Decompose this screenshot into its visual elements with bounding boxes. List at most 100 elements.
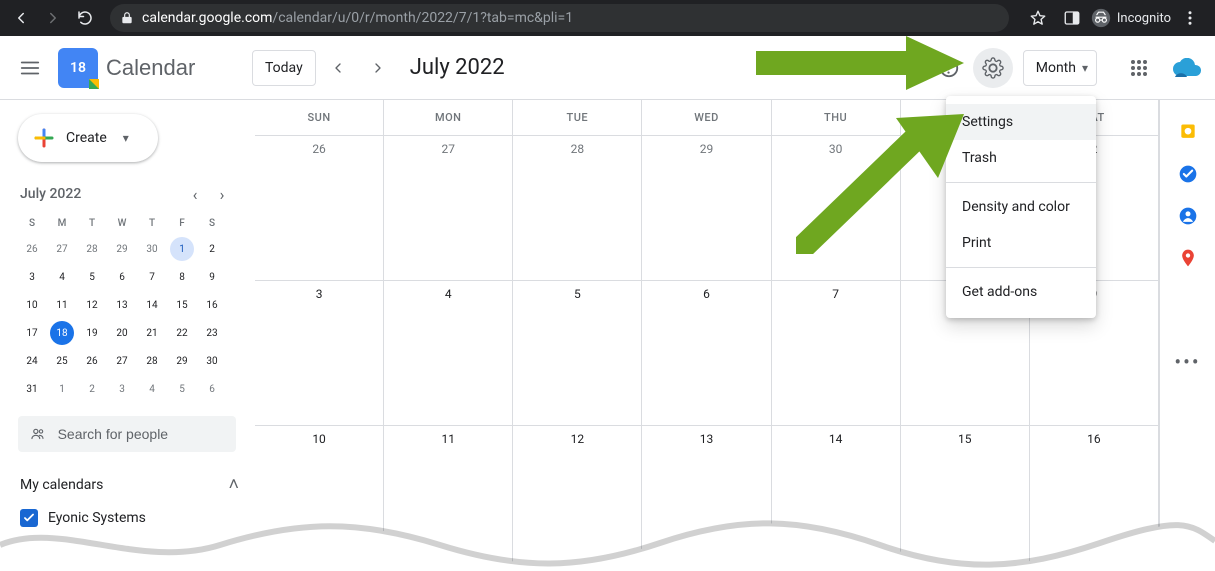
calendar-checkbox[interactable]	[20, 509, 38, 527]
mini-day-cell[interactable]: 4	[140, 377, 164, 401]
apps-grid-icon	[1130, 59, 1148, 77]
mini-day-cell[interactable]: 27	[50, 237, 74, 261]
account-avatar[interactable]	[1171, 52, 1203, 84]
app-logo-block[interactable]: 18 Calendar	[58, 48, 248, 88]
settings-menu-item[interactable]: Print	[946, 225, 1096, 261]
grid-day-cell[interactable]: 15	[901, 426, 1030, 571]
main-menu-button[interactable]	[6, 44, 54, 92]
grid-day-cell[interactable]: 30	[772, 136, 901, 281]
today-button[interactable]: Today	[252, 50, 316, 86]
search-people-field[interactable]	[18, 416, 236, 452]
mini-day-cell[interactable]: 12	[80, 293, 104, 317]
grid-day-cell[interactable]: 4	[384, 281, 513, 426]
bookmark-star-button[interactable]	[1023, 3, 1053, 33]
grid-day-cell[interactable]: 14	[772, 426, 901, 571]
mini-next-month-button[interactable]: ›	[210, 182, 234, 206]
grid-day-cell[interactable]: 13	[642, 426, 771, 571]
mini-day-cell[interactable]: 1	[170, 237, 194, 261]
mini-day-cell[interactable]: 26	[20, 237, 44, 261]
search-button[interactable]	[885, 48, 925, 88]
mini-day-cell[interactable]: 21	[140, 321, 164, 345]
mini-day-cell[interactable]: 9	[200, 265, 224, 289]
mini-day-cell[interactable]: 24	[20, 349, 44, 373]
my-calendars-toggle[interactable]: My calendars ˄	[18, 474, 245, 495]
create-button[interactable]: Create ▾	[18, 114, 158, 162]
view-switcher[interactable]: Month ▾	[1023, 50, 1097, 86]
side-panel-more-button[interactable]: •••	[1174, 350, 1200, 374]
mini-day-cell[interactable]: 28	[80, 237, 104, 261]
incognito-indicator[interactable]: Incognito	[1091, 8, 1171, 28]
mini-day-cell[interactable]: 11	[50, 293, 74, 317]
grid-day-cell[interactable]: 6	[642, 281, 771, 426]
grid-day-cell[interactable]: 26	[255, 136, 384, 281]
mini-day-cell[interactable]: 13	[110, 293, 134, 317]
next-period-button[interactable]	[360, 50, 396, 86]
mini-day-cell[interactable]: 3	[20, 265, 44, 289]
mini-prev-month-button[interactable]: ‹	[183, 182, 207, 206]
mini-day-cell[interactable]: 2	[200, 237, 224, 261]
settings-menu-item[interactable]: Get add-ons	[946, 274, 1096, 310]
search-people-input[interactable]	[56, 425, 224, 443]
prev-period-button[interactable]	[320, 50, 356, 86]
grid-day-cell[interactable]: 16	[1030, 426, 1159, 571]
contacts-icon[interactable]	[1178, 206, 1198, 226]
mini-day-cell[interactable]: 2	[80, 377, 104, 401]
mini-day-cell[interactable]: 14	[140, 293, 164, 317]
mini-day-cell[interactable]: 20	[110, 321, 134, 345]
mini-day-cell[interactable]: 19	[80, 321, 104, 345]
mini-day-cell[interactable]: 31	[20, 377, 44, 401]
mini-day-cell[interactable]: 27	[110, 349, 134, 373]
mini-day-cell[interactable]: 16	[200, 293, 224, 317]
mini-day-cell[interactable]: 18	[50, 321, 74, 345]
mini-day-cell[interactable]: 6	[110, 265, 134, 289]
google-apps-button[interactable]	[1119, 48, 1159, 88]
grid-day-cell[interactable]: 7	[772, 281, 901, 426]
grid-day-cell[interactable]: 12	[513, 426, 642, 571]
side-panel-button[interactable]	[1057, 3, 1087, 33]
calendar-list-item[interactable]: Eyonic Systems	[18, 509, 245, 527]
grid-day-cell[interactable]: 10	[255, 426, 384, 571]
browser-address-bar[interactable]: calendar.google.com/calendar/u/0/r/month…	[110, 4, 1009, 32]
mini-day-cell[interactable]: 25	[50, 349, 74, 373]
mini-day-cell[interactable]: 23	[200, 321, 224, 345]
mini-day-cell[interactable]: 28	[140, 349, 164, 373]
mini-day-cell[interactable]: 30	[140, 237, 164, 261]
mini-day-cell[interactable]: 1	[50, 377, 74, 401]
grid-day-number: 29	[642, 142, 770, 156]
browser-back-button[interactable]	[6, 3, 36, 33]
keep-icon[interactable]	[1178, 122, 1198, 142]
settings-menu-item[interactable]: Density and color	[946, 189, 1096, 225]
settings-menu-item[interactable]: Settings	[946, 104, 1096, 140]
tasks-icon[interactable]	[1178, 164, 1198, 184]
mini-dow-label: S	[29, 218, 35, 229]
grid-day-cell[interactable]: 27	[384, 136, 513, 281]
settings-button[interactable]	[973, 48, 1013, 88]
grid-day-cell[interactable]: 5	[513, 281, 642, 426]
mini-day-cell[interactable]: 26	[80, 349, 104, 373]
create-button-label: Create	[66, 130, 107, 146]
maps-icon[interactable]	[1178, 248, 1198, 268]
mini-day-cell[interactable]: 10	[20, 293, 44, 317]
mini-day-cell[interactable]: 6	[200, 377, 224, 401]
mini-day-cell[interactable]: 30	[200, 349, 224, 373]
grid-day-cell[interactable]: 3	[255, 281, 384, 426]
browser-menu-button[interactable]	[1175, 3, 1205, 33]
mini-day-cell[interactable]: 4	[50, 265, 74, 289]
mini-day-cell[interactable]: 7	[140, 265, 164, 289]
help-button[interactable]	[929, 48, 969, 88]
grid-day-cell[interactable]: 28	[513, 136, 642, 281]
mini-day-cell[interactable]: 17	[20, 321, 44, 345]
grid-day-cell[interactable]: 11	[384, 426, 513, 571]
mini-day-cell[interactable]: 22	[170, 321, 194, 345]
mini-day-cell[interactable]: 5	[170, 377, 194, 401]
mini-day-cell[interactable]: 3	[110, 377, 134, 401]
mini-day-cell[interactable]: 8	[170, 265, 194, 289]
mini-day-cell[interactable]: 29	[170, 349, 194, 373]
mini-day-cell[interactable]: 5	[80, 265, 104, 289]
settings-menu-item[interactable]: Trash	[946, 140, 1096, 176]
mini-day-cell[interactable]: 15	[170, 293, 194, 317]
browser-reload-button[interactable]	[70, 3, 100, 33]
mini-day-cell[interactable]: 29	[110, 237, 134, 261]
browser-forward-button[interactable]	[38, 3, 68, 33]
grid-day-cell[interactable]: 29	[642, 136, 771, 281]
